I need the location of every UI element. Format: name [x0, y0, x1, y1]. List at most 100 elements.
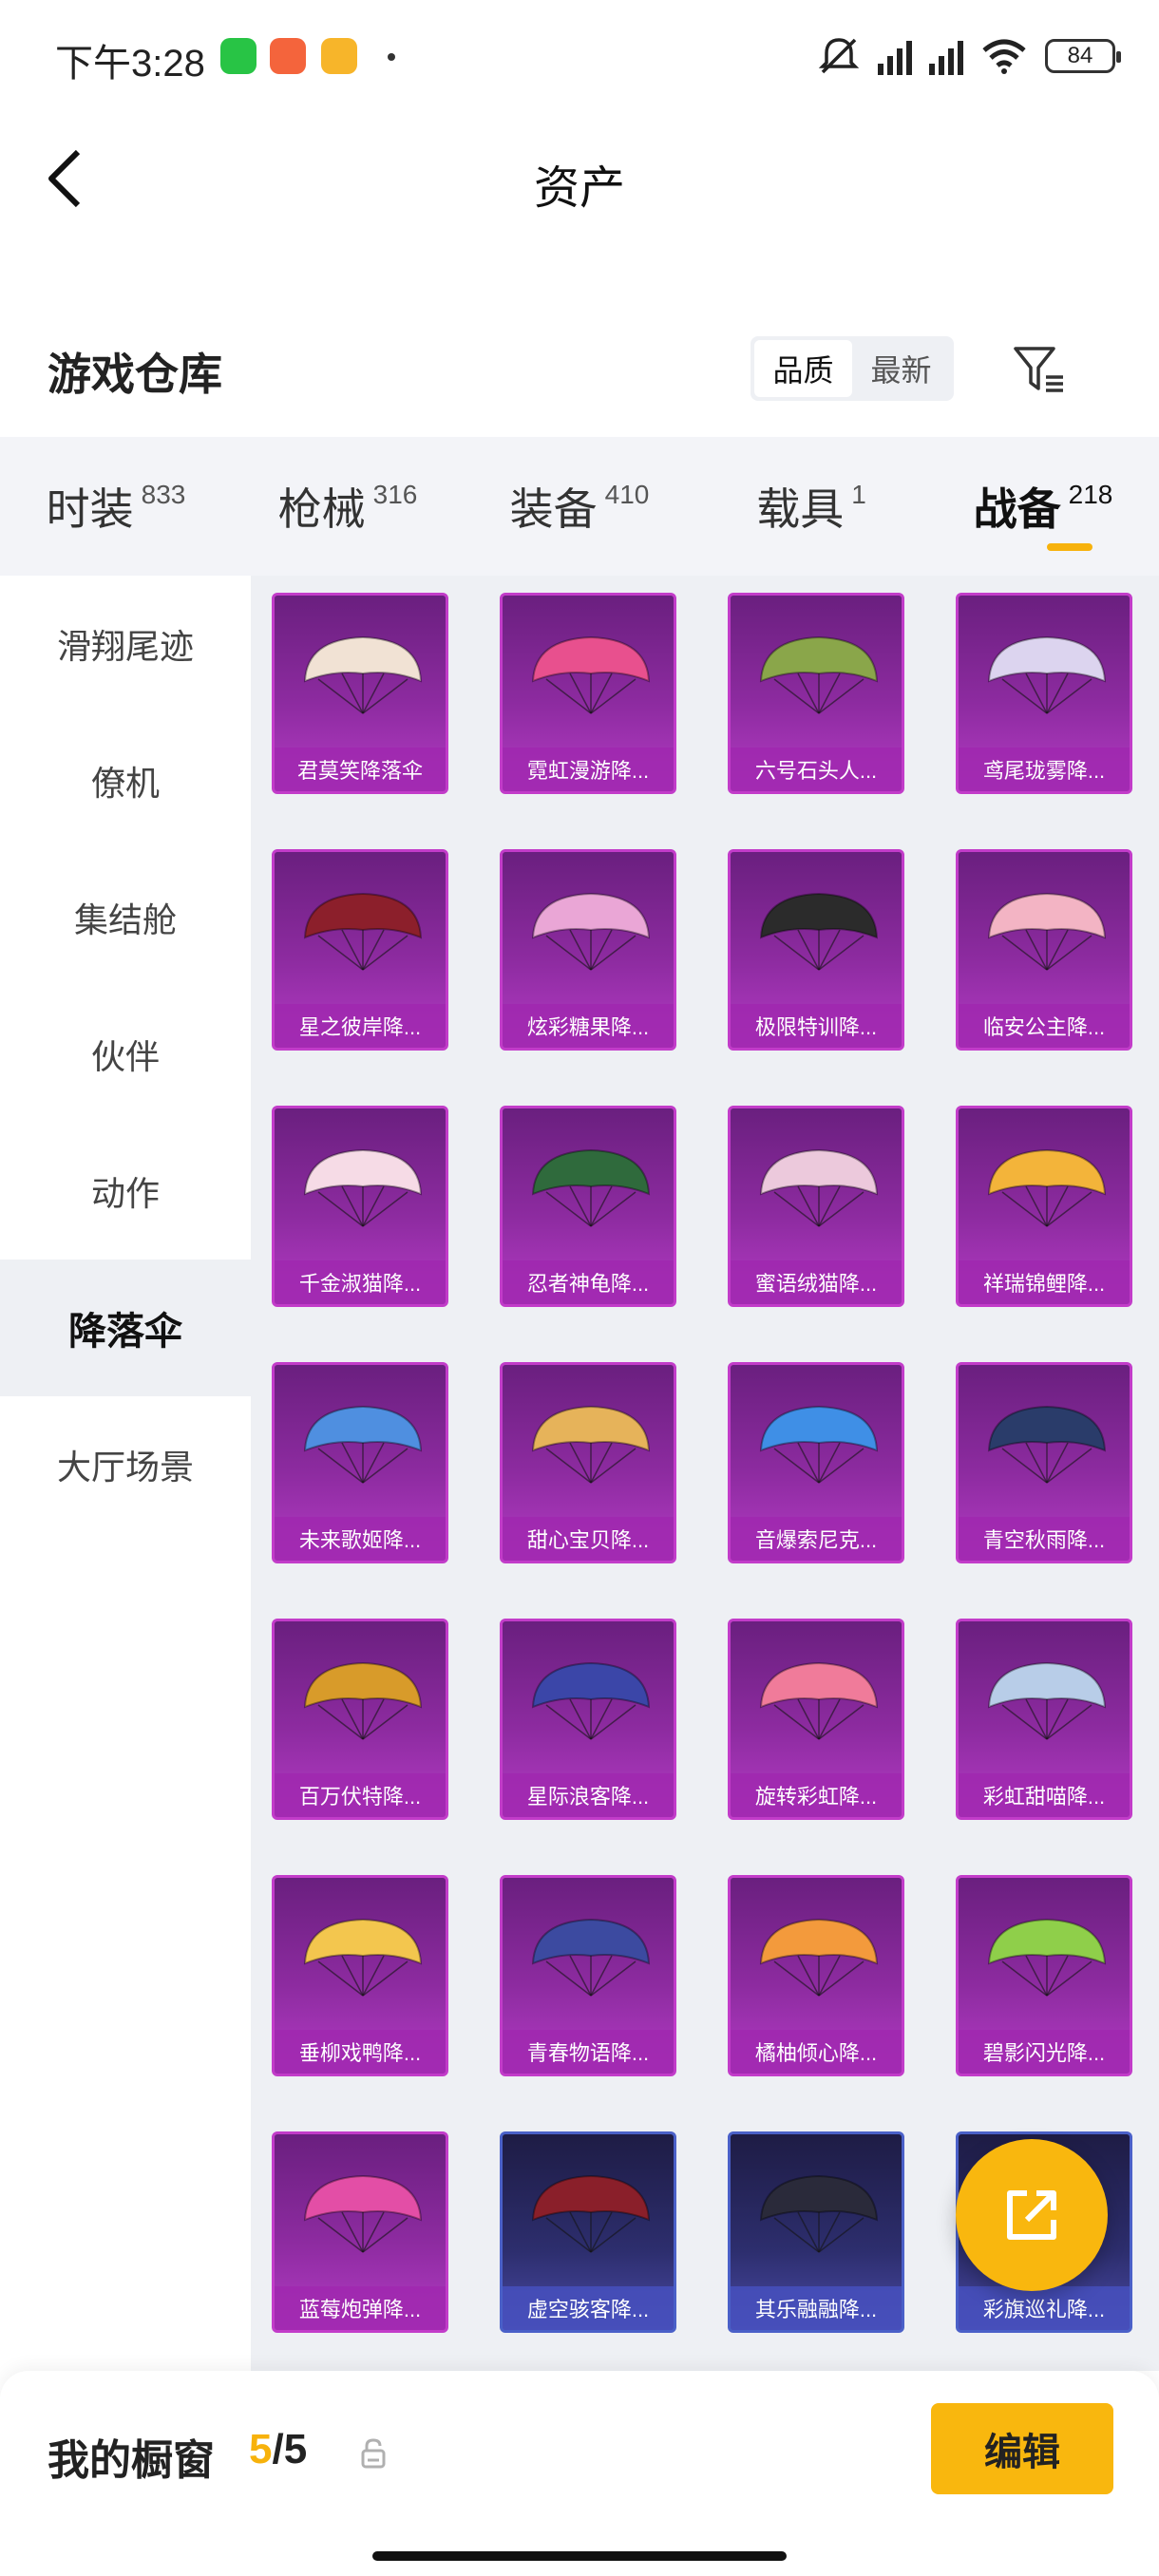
page-title: 资产 — [533, 163, 625, 214]
parachute-icon — [531, 1661, 651, 1740]
sidebar-item-emote[interactable]: 动作 — [0, 1123, 251, 1260]
status-time: 下午3:28 — [55, 43, 205, 85]
item-grid-area: 君莫笑降落伞 霓虹漫游降... 六号石头人... 鸢尾珑雾降... 星之彼岸降... 炫彩… — [251, 576, 1159, 2371]
category-tabs: 时装 833 枪械 316 装备 410 载具 1 战备 218 — [0, 437, 1159, 576]
item-name: 未来歌姬降... — [275, 1517, 446, 1561]
subcategory-sidebar: 滑翔尾迹 僚机 集结舱 伙伴 动作 降落伞 大厅场景 — [0, 576, 251, 2371]
item-card[interactable]: 祥瑞锦鲤降... — [956, 1106, 1132, 1307]
share-button[interactable] — [956, 2139, 1108, 2291]
parachute-icon — [987, 635, 1107, 714]
item-card[interactable]: 旋转彩虹降... — [728, 1619, 904, 1820]
parachute-icon — [987, 892, 1107, 971]
mute-icon — [818, 38, 860, 74]
item-name: 碧影闪光降... — [959, 2030, 1130, 2074]
parachute-icon — [303, 1661, 423, 1740]
showcase-bar: 我的橱窗 5/5 编辑 — [0, 2371, 1159, 2576]
item-card[interactable]: 君莫笑降落伞 — [272, 593, 448, 794]
item-card[interactable]: 甜心宝贝降... — [500, 1362, 676, 1563]
tab-label: 战备 — [973, 484, 1061, 534]
tab-firearms[interactable]: 枪械 316 — [232, 437, 464, 576]
item-name: 千金淑猫降... — [275, 1260, 446, 1304]
sort-by-quality[interactable]: 品质 — [754, 340, 852, 397]
sidebar-item-companion[interactable]: 伙伴 — [0, 986, 251, 1123]
item-card[interactable]: 彩虹甜喵降... — [956, 1619, 1132, 1820]
parachute-icon — [759, 635, 879, 714]
sidebar-item-lobby-scene[interactable]: 大厅场景 — [0, 1396, 251, 1533]
item-card[interactable]: 霓虹漫游降... — [500, 593, 676, 794]
item-card[interactable]: 未来歌姬降... — [272, 1362, 448, 1563]
showcase-separator: / — [272, 2426, 284, 2472]
item-card[interactable]: 蓝莓炮弹降... — [272, 2131, 448, 2333]
sort-toggle: 品质 最新 — [750, 336, 954, 401]
active-tab-indicator — [1047, 543, 1092, 551]
item-card[interactable]: 炫彩糖果降... — [500, 849, 676, 1051]
item-card[interactable]: 六号石头人... — [728, 593, 904, 794]
parachute-icon — [531, 892, 651, 971]
showcase-max: 5 — [283, 2426, 308, 2472]
parachute-icon — [759, 1405, 879, 1484]
item-card[interactable]: 橘柚倾心降... — [728, 1875, 904, 2076]
item-name: 星之彼岸降... — [275, 1004, 446, 1048]
item-name: 鸢尾珑雾降... — [959, 748, 1130, 791]
tab-equipment[interactable]: 装备 410 — [464, 437, 695, 576]
item-card[interactable]: 千金淑猫降... — [272, 1106, 448, 1307]
item-name: 忍者神龟降... — [503, 1260, 674, 1304]
parachute-icon — [759, 2174, 879, 2253]
item-card[interactable]: 百万伏特降... — [272, 1619, 448, 1820]
sidebar-item-assembly-pod[interactable]: 集结舱 — [0, 849, 251, 986]
tab-count: 410 — [604, 480, 650, 509]
item-card[interactable]: 忍者神龟降... — [500, 1106, 676, 1307]
parachute-icon — [759, 1918, 879, 1997]
item-card[interactable]: 垂柳戏鸭降... — [272, 1875, 448, 2076]
sidebar-item-wingman[interactable]: 僚机 — [0, 712, 251, 849]
item-name: 祥瑞锦鲤降... — [959, 1260, 1130, 1304]
wechat-notification-icon — [220, 38, 256, 74]
item-name: 临安公主降... — [959, 1004, 1130, 1048]
tab-count: 833 — [141, 480, 186, 509]
item-card[interactable]: 青空秋雨降... — [956, 1362, 1132, 1563]
home-indicator — [372, 2551, 787, 2561]
item-card[interactable]: 碧影闪光降... — [956, 1875, 1132, 2076]
showcase-label: 我的橱窗 — [48, 2437, 215, 2484]
item-name: 六号石头人... — [731, 748, 902, 791]
parachute-icon — [987, 1405, 1107, 1484]
filter-icon — [1014, 347, 1063, 392]
item-card[interactable]: 青春物语降... — [500, 1875, 676, 2076]
parachute-icon — [531, 1405, 651, 1484]
item-name: 霓虹漫游降... — [503, 748, 674, 791]
item-name: 炫彩糖果降... — [503, 1004, 674, 1048]
item-card[interactable]: 极限特训降... — [728, 849, 904, 1051]
tab-vehicles[interactable]: 载具 1 — [695, 437, 927, 576]
item-card[interactable]: 临安公主降... — [956, 849, 1132, 1051]
item-card[interactable]: 星之彼岸降... — [272, 849, 448, 1051]
more-notifications-icon — [388, 53, 395, 61]
parachute-icon — [303, 1918, 423, 1997]
wifi-icon — [982, 39, 1026, 74]
sort-by-newest[interactable]: 最新 — [852, 340, 950, 397]
sidebar-item-glide-trail[interactable]: 滑翔尾迹 — [0, 576, 251, 712]
item-card[interactable]: 音爆索尼克... — [728, 1362, 904, 1563]
sidebar-item-parachute[interactable]: 降落伞 — [0, 1260, 251, 1396]
item-card[interactable]: 蜜语绒猫降... — [728, 1106, 904, 1307]
item-name: 蜜语绒猫降... — [731, 1260, 902, 1304]
tab-label: 枪械 — [277, 484, 366, 534]
tab-label: 装备 — [509, 484, 598, 534]
edit-button[interactable]: 编辑 — [931, 2403, 1113, 2494]
parachute-icon — [759, 1148, 879, 1227]
item-name: 百万伏特降... — [275, 1773, 446, 1817]
item-name: 青空秋雨降... — [959, 1517, 1130, 1561]
filter-button[interactable] — [1007, 338, 1070, 401]
tab-fashion[interactable]: 时装 833 — [0, 437, 232, 576]
app-notification-icon — [321, 38, 357, 74]
item-card[interactable]: 鸢尾珑雾降... — [956, 593, 1132, 794]
item-card[interactable]: 虚空骇客降... — [500, 2131, 676, 2333]
parachute-icon — [531, 2174, 651, 2253]
tab-war-gear[interactable]: 战备 218 — [927, 437, 1159, 576]
signal-icon — [878, 37, 912, 75]
item-card[interactable]: 其乐融融降... — [728, 2131, 904, 2333]
item-card[interactable]: 星际浪客降... — [500, 1619, 676, 1820]
parachute-icon — [531, 635, 651, 714]
parachute-icon — [987, 1661, 1107, 1740]
parachute-icon — [303, 635, 423, 714]
app-notification-icon — [270, 38, 306, 74]
